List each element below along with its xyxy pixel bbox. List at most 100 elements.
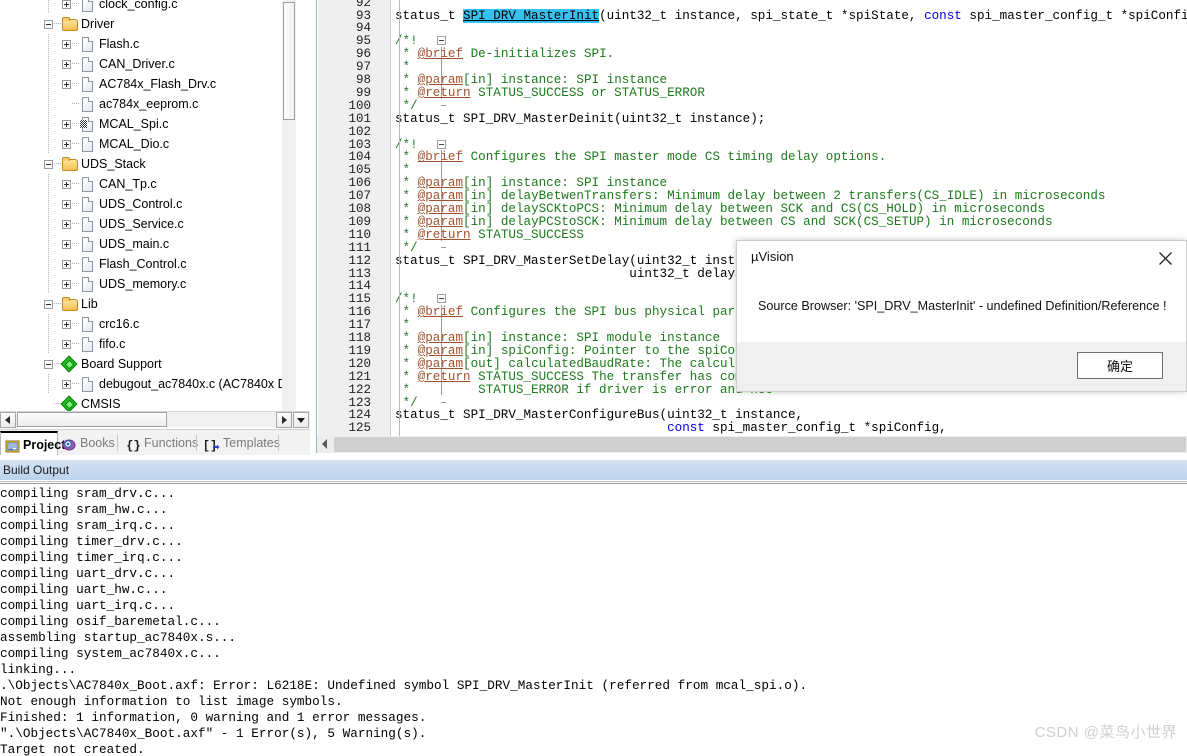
code-line[interactable]: * <box>395 60 411 74</box>
code-line[interactable]: * @param[in] delayPCStoSCK: Minimum dela… <box>395 215 1053 229</box>
tab-books[interactable]: Books <box>58 431 124 456</box>
editor-horizontal-scrollbar[interactable] <box>316 436 1187 453</box>
tree-item[interactable]: UDS_memory.c <box>0 274 296 294</box>
tree-collapse-icon[interactable] <box>44 300 53 309</box>
tree-collapse-icon[interactable] <box>44 20 53 29</box>
tree-collapse-icon[interactable] <box>44 160 53 169</box>
tree-vertical-scrollbar[interactable] <box>282 0 296 411</box>
line-number: 119 <box>348 343 371 358</box>
tree-expand-icon[interactable] <box>62 240 71 249</box>
tree-expand-icon[interactable] <box>62 40 71 49</box>
tree-expand-icon[interactable] <box>62 80 71 89</box>
tree-expand-icon[interactable] <box>62 0 71 9</box>
editor-horizontal-scroll-thumb[interactable] <box>334 437 1186 452</box>
code-line[interactable]: * @brief De-initializes SPI. <box>395 47 615 62</box>
tree-item[interactable]: Board Support <box>0 354 296 374</box>
tree-item[interactable]: Driver <box>0 14 296 34</box>
tree-item[interactable]: MCAL_Dio.c <box>0 134 296 154</box>
tree-item[interactable]: Flash_Control.c <box>0 254 296 274</box>
line-number: 98 <box>355 73 371 87</box>
tree-expand-icon[interactable] <box>62 380 71 389</box>
tree-expand-icon[interactable] <box>62 200 71 209</box>
code-folding-gutter[interactable] <box>375 0 446 436</box>
project-tree-scroll-area[interactable]: clock_config.c Driver Flash.c CAN_Driver.c A… <box>0 0 296 411</box>
fold-collapse-icon[interactable] <box>437 36 446 46</box>
tree-item[interactable]: crc16.c <box>0 314 296 334</box>
code-line[interactable]: status_t SPI_DRV_MasterInit(uint32_t ins… <box>395 8 1187 23</box>
tree-item[interactable]: MCAL_Spi.c <box>0 114 296 134</box>
code-token: spi_master_config_t *spiConfig <box>961 8 1187 23</box>
code-line[interactable]: * @return STATUS_SUCCESS The transfer ha… <box>395 370 781 384</box>
tree-item[interactable]: clock_config.c <box>0 0 296 14</box>
tree-expand-icon[interactable] <box>62 140 71 149</box>
scroll-right-button[interactable] <box>276 412 292 428</box>
tree-expand-icon[interactable] <box>62 120 71 129</box>
code-line[interactable]: * <box>395 163 411 177</box>
code-token: @brief <box>417 305 464 320</box>
close-icon[interactable] <box>1150 247 1180 269</box>
code-line[interactable]: * @param[in] delayBetwenTransfers: Minim… <box>395 189 1106 203</box>
tab-functions[interactable]: {} Functions <box>122 431 207 456</box>
build-output-body[interactable]: compiling sram_drv.c... compiling sram_hw… <box>0 484 1187 756</box>
fold-collapse-icon[interactable] <box>437 139 446 149</box>
tree-expand-icon[interactable] <box>62 260 71 269</box>
code-line[interactable]: * @return STATUS_SUCCESS <box>395 228 584 242</box>
code-line[interactable]: * @param[in] delaySCKtoPCS: Minimum dela… <box>395 202 1045 216</box>
tree-item[interactable]: CMSIS <box>0 394 296 411</box>
tree-expand-icon[interactable] <box>62 320 71 329</box>
editor-scroll-left-button[interactable] <box>317 436 333 452</box>
code-line[interactable]: * @return STATUS_SUCCESS or STATUS_ERROR <box>395 86 705 100</box>
code-line[interactable]: * @param[in] instance: SPI instance <box>395 176 668 190</box>
tab-templates[interactable]: [] Templates <box>201 431 289 456</box>
fold-collapse-icon[interactable] <box>437 294 446 304</box>
tree-expand-icon[interactable] <box>62 340 71 349</box>
tree-item[interactable]: AC784x_Flash_Drv.c <box>0 74 296 94</box>
file-icon <box>80 37 94 52</box>
tree-expand-icon[interactable] <box>62 60 71 69</box>
tree-item[interactable]: UDS_Stack <box>0 154 296 174</box>
tree-item[interactable]: Flash.c <box>0 34 296 54</box>
code-line[interactable]: status_t SPI_DRV_MasterSetDelay(uint32_t… <box>395 254 773 268</box>
tree-item[interactable]: UDS_main.c <box>0 234 296 254</box>
tree-item[interactable]: ac784x_eeprom.c <box>0 94 296 114</box>
tree-item-label: UDS_Stack <box>81 157 146 171</box>
tree-item[interactable]: fifo.c <box>0 334 296 354</box>
tree-vertical-scroll-thumb[interactable] <box>283 2 295 120</box>
line-number: 96 <box>355 47 371 62</box>
tree-item[interactable]: UDS_Control.c <box>0 194 296 214</box>
tree-item[interactable]: UDS_Service.c <box>0 214 296 234</box>
tree-collapse-icon[interactable] <box>44 360 53 369</box>
scroll-dropdown-button[interactable] <box>293 412 309 428</box>
code-token: * <box>395 318 411 333</box>
code-line[interactable]: uint32_t delaySCKto <box>395 267 773 281</box>
tab-separator <box>117 435 118 451</box>
tree-item[interactable]: debugout_ac7840x.c (AC7840x Deve <box>0 374 296 394</box>
code-line[interactable]: * @param[in] instance: SPI instance <box>395 73 668 87</box>
scroll-left-button[interactable] <box>0 412 16 428</box>
file-icon <box>80 257 94 272</box>
code-line[interactable]: * STATUS_ERROR if driver is error and ne… <box>395 383 773 397</box>
code-line[interactable]: status_t SPI_DRV_MasterConfigureBus(uint… <box>395 408 803 422</box>
tree-item[interactable]: CAN_Driver.c <box>0 54 296 74</box>
dialog-ok-button[interactable]: 确定 <box>1077 352 1163 379</box>
code-line[interactable]: * @param[out] calculatedBaudRate: The ca… <box>395 357 781 371</box>
code-token: @brief <box>417 47 464 62</box>
tree-item[interactable]: Lib <box>0 294 296 314</box>
tree-horizontal-scroll-thumb[interactable] <box>17 412 167 427</box>
code-line[interactable]: * @brief Configures the SPI master mode … <box>395 150 887 164</box>
tree-item[interactable]: CAN_Tp.c <box>0 174 296 194</box>
code-line[interactable]: * <box>395 318 411 333</box>
tree-expand-icon[interactable] <box>62 220 71 229</box>
tree-guide-line <box>72 263 80 264</box>
triangle-right-icon <box>282 416 287 424</box>
tree-expand-icon[interactable] <box>62 180 71 189</box>
tree-horizontal-scrollbar[interactable] <box>0 411 310 428</box>
tab-project[interactable]: Project <box>0 431 65 456</box>
code-line[interactable]: status_t SPI_DRV_MasterDeinit(uint32_t i… <box>395 112 765 126</box>
tree-expand-icon[interactable] <box>62 280 71 289</box>
code-line[interactable]: * @brief Configures the SPI bus physical… <box>395 305 781 320</box>
code-line[interactable]: * @param[in] instance: SPI module instan… <box>395 331 720 345</box>
code-line[interactable]: const spi_master_config_t *spiConfig, <box>395 421 947 435</box>
templates-icon: [] <box>203 436 220 453</box>
code-line[interactable]: * @param[in] spiConfig: Pointer to the s… <box>395 344 781 358</box>
